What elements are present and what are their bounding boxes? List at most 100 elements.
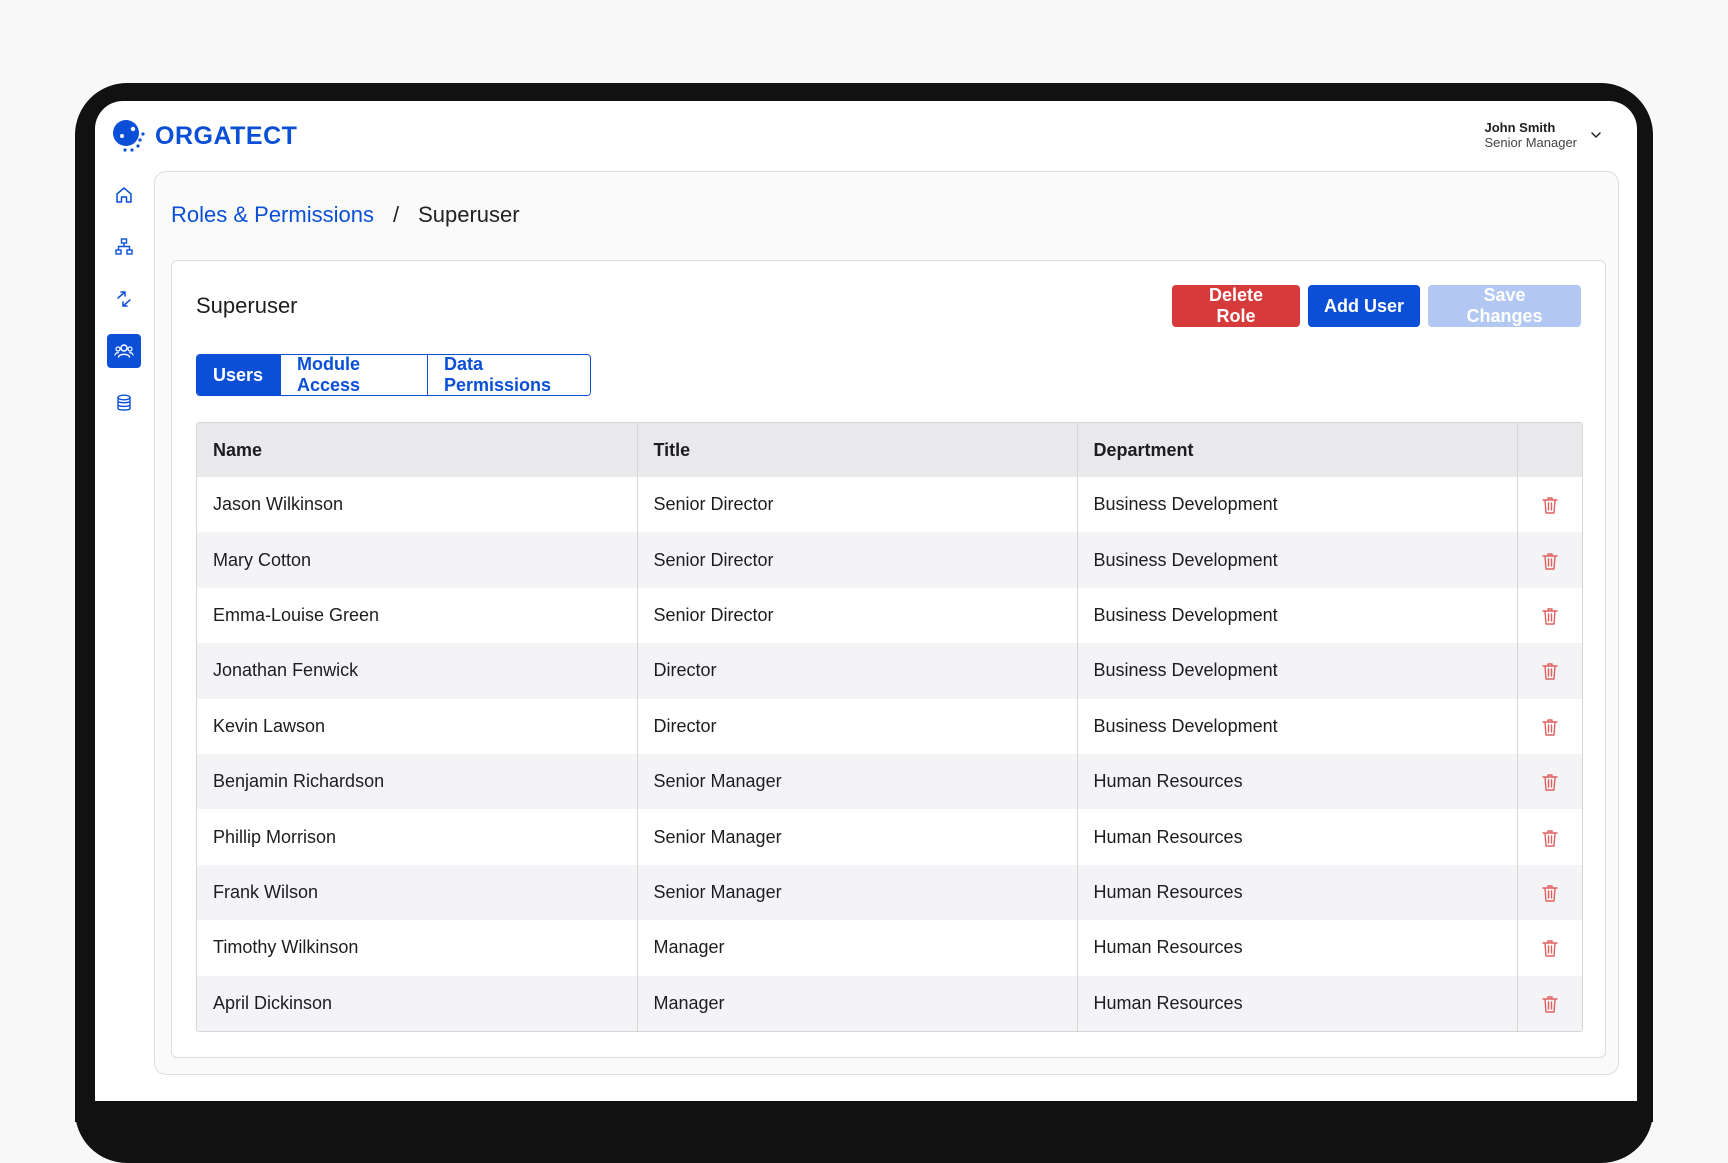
sidebar-item-database[interactable] bbox=[107, 386, 141, 420]
role-title: Superuser bbox=[196, 293, 298, 318]
sidebar-item-transfer[interactable] bbox=[107, 282, 141, 316]
cell-department: Human Resources bbox=[1077, 753, 1518, 810]
cell-title: Senior Manager bbox=[637, 864, 1078, 921]
cell-department: Business Development bbox=[1077, 698, 1518, 754]
trash-icon[interactable] bbox=[1540, 551, 1560, 571]
tab-data-permissions[interactable]: Data Permissions bbox=[428, 355, 590, 395]
table-row: Timothy Wilkinson Manager Human Resource… bbox=[197, 920, 1582, 976]
user-name: John Smith bbox=[1484, 120, 1556, 135]
breadcrumb-current: Superuser bbox=[418, 202, 520, 227]
cell-actions bbox=[1517, 809, 1582, 865]
trash-icon[interactable] bbox=[1540, 717, 1560, 737]
breadcrumb: Roles & Permissions / Superuser bbox=[171, 202, 520, 228]
user-info: John Smith Senior Manager bbox=[1485, 120, 1578, 150]
role-actions: Delete Role Add User Save Changes bbox=[1172, 285, 1581, 327]
transfer-icon bbox=[117, 291, 131, 307]
role-tabs: Users Module Access Data Permissions bbox=[196, 354, 591, 396]
cell-title: Manager bbox=[637, 920, 1078, 976]
column-header-actions bbox=[1517, 423, 1582, 477]
cell-department: Business Development bbox=[1077, 587, 1518, 644]
column-header-name: Name bbox=[197, 423, 638, 477]
sidebar bbox=[107, 178, 141, 438]
home-icon bbox=[116, 187, 132, 203]
cell-actions bbox=[1517, 532, 1582, 588]
cell-title: Senior Manager bbox=[637, 753, 1078, 810]
trash-icon[interactable] bbox=[1540, 606, 1560, 626]
users-table: Name Title Department Jason Wilkinson Se… bbox=[196, 422, 1583, 1032]
cell-department: Human Resources bbox=[1077, 975, 1518, 1031]
trash-icon[interactable] bbox=[1540, 495, 1560, 515]
table-row: Frank Wilson Senior Manager Human Resour… bbox=[197, 864, 1582, 921]
trash-icon[interactable] bbox=[1540, 828, 1560, 848]
breadcrumb-parent-link[interactable]: Roles & Permissions bbox=[171, 202, 374, 228]
cell-title: Senior Director bbox=[637, 477, 1078, 533]
cell-name: Mary Cotton bbox=[197, 532, 638, 588]
trash-icon[interactable] bbox=[1540, 661, 1560, 681]
sidebar-item-home[interactable] bbox=[107, 178, 141, 212]
cell-actions bbox=[1517, 864, 1582, 921]
sidebar-item-org-chart[interactable] bbox=[107, 230, 141, 264]
cell-name: April Dickinson bbox=[197, 975, 638, 1031]
chevron-down-icon bbox=[1591, 132, 1601, 138]
trash-icon[interactable] bbox=[1540, 938, 1560, 958]
cell-actions bbox=[1517, 643, 1582, 699]
brand-logo[interactable]: ORGATECT bbox=[111, 118, 297, 154]
table-row: Kevin Lawson Director Business Developme… bbox=[197, 698, 1582, 754]
cell-actions bbox=[1517, 753, 1582, 810]
laptop-bezel-bottom bbox=[75, 1101, 1653, 1122]
tab-users[interactable]: Users bbox=[197, 355, 281, 395]
cell-actions bbox=[1517, 587, 1582, 644]
cell-actions bbox=[1517, 477, 1582, 533]
cell-name: Emma-Louise Green bbox=[197, 587, 638, 644]
cell-name: Phillip Morrison bbox=[197, 809, 638, 865]
column-header-department: Department bbox=[1077, 423, 1518, 477]
trash-icon[interactable] bbox=[1540, 883, 1560, 903]
tab-module-access[interactable]: Module Access bbox=[281, 355, 428, 395]
org-chart-icon bbox=[115, 238, 133, 255]
cell-department: Business Development bbox=[1077, 643, 1518, 699]
trash-icon[interactable] bbox=[1540, 994, 1560, 1014]
main-panel: Roles & Permissions / Superuser Superuse… bbox=[154, 171, 1619, 1075]
database-icon bbox=[117, 394, 131, 411]
table-row: Jonathan Fenwick Director Business Devel… bbox=[197, 643, 1582, 699]
table-row: Benjamin Richardson Senior Manager Human… bbox=[197, 753, 1582, 810]
table-body: Jason Wilkinson Senior Director Business… bbox=[197, 477, 1582, 1031]
save-changes-button[interactable]: Save Changes bbox=[1428, 285, 1581, 327]
table-row: Phillip Morrison Senior Manager Human Re… bbox=[197, 809, 1582, 865]
add-user-button[interactable]: Add User bbox=[1308, 285, 1420, 327]
cell-actions bbox=[1517, 698, 1582, 754]
cell-title: Director bbox=[637, 643, 1078, 699]
cell-title: Senior Director bbox=[637, 532, 1078, 588]
table-header-row: Name Title Department bbox=[197, 423, 1582, 477]
delete-role-button[interactable]: Delete Role bbox=[1172, 285, 1300, 327]
cell-title: Manager bbox=[637, 975, 1078, 1031]
cell-actions bbox=[1517, 920, 1582, 976]
cell-name: Kevin Lawson bbox=[197, 698, 638, 754]
sidebar-item-users[interactable] bbox=[107, 334, 141, 368]
table-row: Emma-Louise Green Senior Director Busine… bbox=[197, 587, 1582, 644]
breadcrumb-separator: / bbox=[392, 202, 400, 227]
user-title: Senior Manager bbox=[1484, 135, 1578, 150]
users-icon bbox=[114, 344, 134, 358]
cell-department: Business Development bbox=[1077, 477, 1518, 533]
app-window: ORGATECT John Smith Senior Manager Roles… bbox=[95, 101, 1637, 1101]
cell-name: Benjamin Richardson bbox=[197, 753, 638, 810]
cell-name: Jason Wilkinson bbox=[197, 477, 638, 533]
logo-icon bbox=[111, 118, 147, 154]
cell-department: Business Development bbox=[1077, 532, 1518, 588]
user-menu[interactable]: John Smith Senior Manager bbox=[1485, 120, 1604, 150]
cell-title: Director bbox=[637, 698, 1078, 754]
cell-name: Jonathan Fenwick bbox=[197, 643, 638, 699]
table-row: April Dickinson Manager Human Resources bbox=[197, 975, 1582, 1031]
trash-icon[interactable] bbox=[1540, 772, 1560, 792]
cell-department: Human Resources bbox=[1077, 809, 1518, 865]
column-header-title: Title bbox=[637, 423, 1078, 477]
role-card: Superuser Delete Role Add User Save Chan… bbox=[171, 260, 1606, 1058]
cell-department: Human Resources bbox=[1077, 864, 1518, 921]
cell-actions bbox=[1517, 975, 1582, 1031]
cell-name: Frank Wilson bbox=[197, 864, 638, 921]
cell-title: Senior Director bbox=[637, 587, 1078, 644]
cell-department: Human Resources bbox=[1077, 920, 1518, 976]
brand-name: ORGATECT bbox=[155, 121, 298, 150]
cell-title: Senior Manager bbox=[637, 809, 1078, 865]
